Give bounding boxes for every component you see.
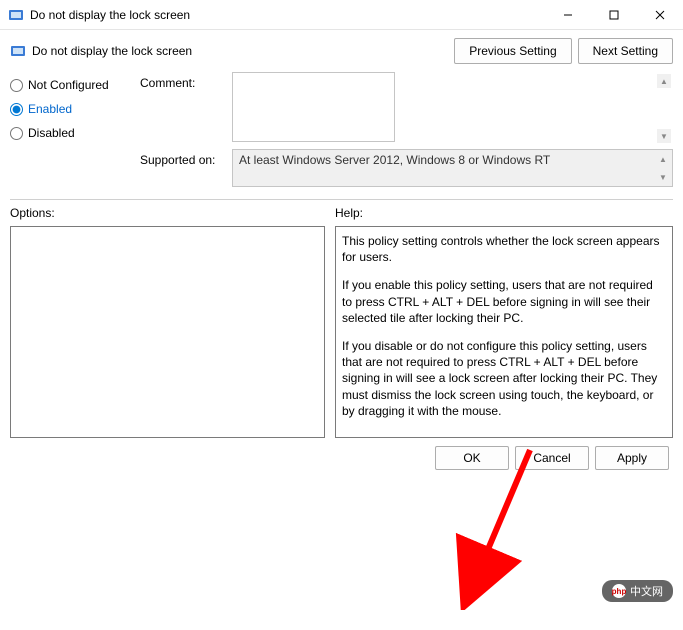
policy-icon — [10, 43, 26, 59]
scroll-up-icon[interactable]: ▲ — [656, 152, 670, 166]
window-controls — [545, 0, 683, 29]
radio-disabled[interactable]: Disabled — [10, 126, 130, 140]
radio-disabled-label: Disabled — [28, 126, 75, 140]
watermark-text: 中文网 — [630, 583, 663, 599]
options-panel — [10, 226, 325, 438]
close-button[interactable] — [637, 0, 683, 29]
supported-label: Supported on: — [140, 149, 232, 187]
previous-setting-button[interactable]: Previous Setting — [454, 38, 571, 64]
scroll-down-icon[interactable]: ▼ — [656, 170, 670, 184]
help-panel: This policy setting controls whether the… — [335, 226, 673, 438]
radio-disabled-input[interactable] — [10, 127, 23, 140]
policy-header: Do not display the lock screen Previous … — [10, 38, 673, 64]
app-icon — [8, 7, 24, 23]
supported-on-value: At least Windows Server 2012, Windows 8 … — [239, 153, 550, 167]
next-setting-button[interactable]: Next Setting — [578, 38, 673, 64]
titlebar: Do not display the lock screen — [0, 0, 683, 30]
divider — [10, 199, 673, 200]
options-label: Options: — [10, 206, 325, 220]
radio-not-configured[interactable]: Not Configured — [10, 78, 130, 92]
apply-button[interactable]: Apply — [595, 446, 669, 470]
footer-buttons: OK Cancel Apply — [10, 446, 673, 470]
radio-enabled-input[interactable] — [10, 103, 23, 116]
minimize-button[interactable] — [545, 0, 591, 29]
policy-title: Do not display the lock screen — [32, 44, 192, 58]
window-title: Do not display the lock screen — [30, 8, 545, 22]
comment-label: Comment: — [140, 72, 232, 145]
radio-group: Not Configured Enabled Disabled — [10, 72, 130, 191]
watermark: php 中文网 — [602, 580, 673, 602]
comment-textarea[interactable] — [232, 72, 395, 142]
help-paragraph: If you disable or do not configure this … — [342, 338, 666, 419]
help-paragraph: This policy setting controls whether the… — [342, 233, 666, 265]
maximize-button[interactable] — [591, 0, 637, 29]
help-label: Help: — [335, 206, 673, 220]
supported-on-box: At least Windows Server 2012, Windows 8 … — [232, 149, 673, 187]
radio-enabled[interactable]: Enabled — [10, 102, 130, 116]
radio-not-configured-label: Not Configured — [28, 78, 109, 92]
scroll-down-icon[interactable]: ▼ — [657, 129, 671, 143]
radio-enabled-label: Enabled — [28, 102, 72, 116]
watermark-logo-icon: php — [612, 584, 626, 598]
radio-not-configured-input[interactable] — [10, 79, 23, 92]
scroll-up-icon[interactable]: ▲ — [657, 74, 671, 88]
help-paragraph: If you enable this policy setting, users… — [342, 277, 666, 326]
ok-button[interactable]: OK — [435, 446, 509, 470]
cancel-button[interactable]: Cancel — [515, 446, 589, 470]
